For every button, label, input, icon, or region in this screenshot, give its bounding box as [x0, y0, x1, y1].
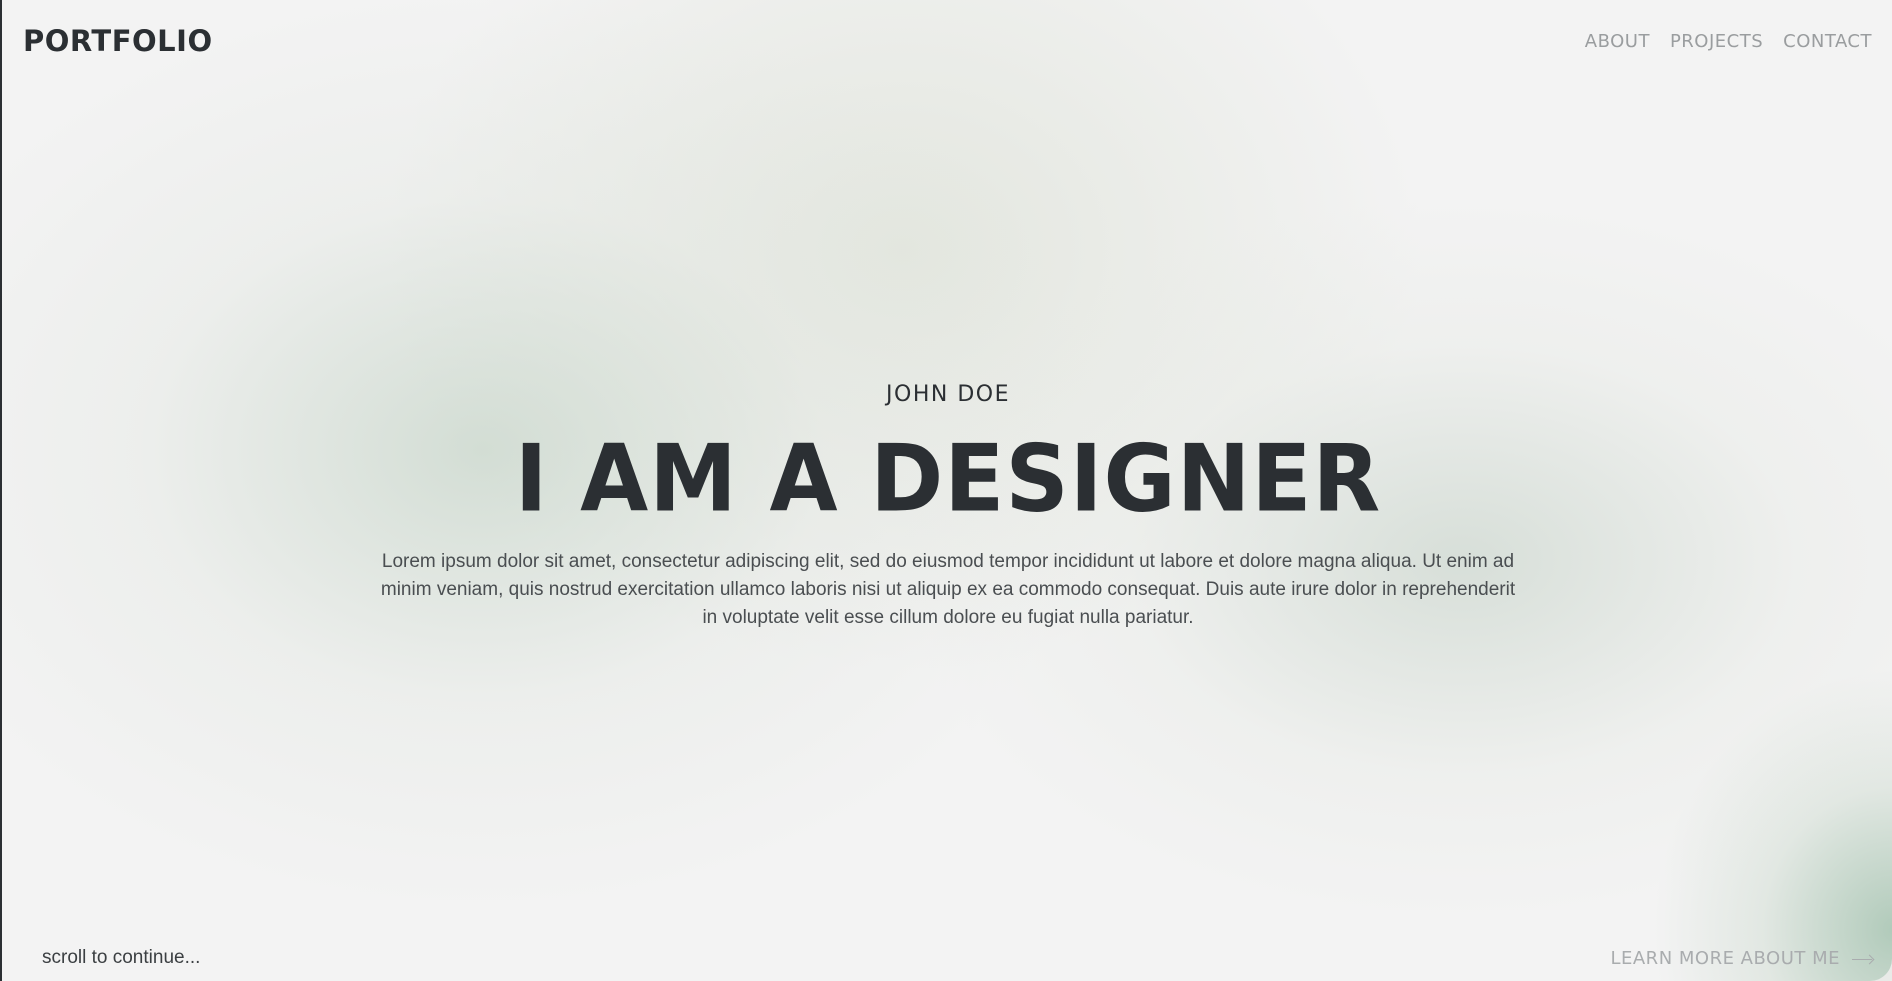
nav-link-about[interactable]: ABOUT — [1585, 31, 1650, 52]
scroll-hint: scroll to continue... — [42, 947, 201, 968]
site-logo[interactable]: PORTFOLIO — [23, 24, 213, 58]
page-frame: PORTFOLIO ABOUT PROJECTS CONTACT JOHN DO… — [0, 0, 1892, 981]
nav-link-contact[interactable]: CONTACT — [1783, 31, 1872, 52]
hero-name: JOHN DOE — [886, 382, 1010, 407]
learn-more-label: LEARN MORE ABOUT ME — [1610, 948, 1840, 969]
hero-section: JOHN DOE I AM A DESIGNER Lorem ipsum dol… — [2, 382, 1892, 632]
learn-more-link[interactable]: LEARN MORE ABOUT ME — [1610, 948, 1874, 969]
nav-link-projects[interactable]: PROJECTS — [1670, 31, 1763, 52]
hero-description: Lorem ipsum dolor sit amet, consectetur … — [380, 551, 1516, 628]
arrow-right-icon — [1852, 953, 1874, 965]
main-nav: ABOUT PROJECTS CONTACT — [1585, 31, 1872, 52]
hero-headline: I AM A DESIGNER — [514, 424, 1382, 533]
